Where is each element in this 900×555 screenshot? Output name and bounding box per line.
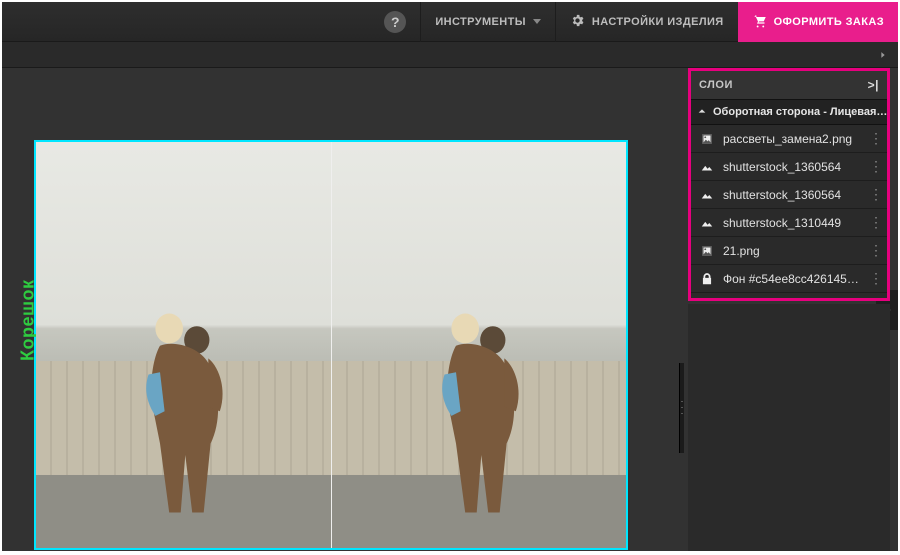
couple-silhouette — [113, 294, 253, 524]
layer-name: shutterstock_1360564 — [723, 188, 861, 202]
layer-options-icon[interactable]: ⋮ — [869, 214, 881, 231]
layers-list: рассветы_замена2.png⋮shutterstock_136056… — [691, 125, 887, 293]
layer-name: Фон #c54ee8cc426145fbad… — [723, 272, 861, 286]
secondary-bar — [2, 42, 898, 68]
layers-page-row[interactable]: Оборотная сторона - Лицевая… — [691, 99, 887, 125]
topbar: ? ИНСТРУМЕНТЫ НАСТРОЙКИ ИЗДЕЛИЯ ОФОРМИТЬ… — [2, 2, 898, 42]
settings-label: НАСТРОЙКИ ИЗДЕЛИЯ — [592, 16, 724, 28]
panel-filler — [688, 304, 890, 551]
chevron-down-icon — [533, 19, 541, 24]
image-icon — [699, 215, 715, 231]
layers-panel: СЛОИ >| Оборотная сторона - Лицевая… рас… — [688, 68, 890, 301]
layer-name: shutterstock_1360564 — [723, 160, 861, 174]
layer-options-icon[interactable]: ⋮ — [869, 270, 881, 287]
spread-canvas[interactable]: Корешок Линия загиба — [34, 140, 628, 550]
chevron-up-icon — [697, 106, 707, 119]
gear-icon — [570, 13, 585, 31]
layer-row[interactable]: Фон #c54ee8cc426145fbad… ⋮ — [691, 265, 887, 293]
layer-name: shutterstock_1310449 — [723, 216, 861, 230]
layer-options-icon[interactable]: ⋮ — [869, 158, 881, 175]
chevron-right-icon[interactable] — [874, 46, 892, 64]
layer-row[interactable]: shutterstock_1360564 ⋮ — [691, 181, 887, 209]
cart-icon — [752, 13, 767, 31]
couple-silhouette — [409, 294, 549, 524]
layer-row[interactable]: рассветы_замена2.png ⋮ — [691, 125, 887, 153]
layers-panel-header: СЛОИ >| — [691, 71, 887, 99]
layer-name: 21.png — [723, 244, 861, 258]
settings-button[interactable]: НАСТРОЙКИ ИЗДЕЛИЯ — [555, 2, 738, 42]
app-root: ? ИНСТРУМЕНТЫ НАСТРОЙКИ ИЗДЕЛИЯ ОФОРМИТЬ… — [2, 2, 898, 551]
layers-page-name: Оборотная сторона - Лицевая… — [713, 106, 887, 118]
layers-title: СЛОИ — [699, 79, 733, 91]
layer-row[interactable]: shutterstock_1360564 ⋮ — [691, 153, 887, 181]
layer-row[interactable]: 21.png ⋮ — [691, 237, 887, 265]
image-icon — [699, 159, 715, 175]
layer-row[interactable]: shutterstock_1310449 ⋮ — [691, 209, 887, 237]
tools-label: ИНСТРУМЕНТЫ — [435, 16, 526, 28]
panel-collapse-icon[interactable]: >| — [868, 78, 879, 92]
photo-icon — [699, 243, 715, 259]
tools-menu[interactable]: ИНСТРУМЕНТЫ — [420, 2, 555, 42]
layer-options-icon[interactable]: ⋮ — [869, 242, 881, 259]
checkout-label: ОФОРМИТЬ ЗАКАЗ — [774, 16, 884, 28]
image-icon — [699, 187, 715, 203]
layer-options-icon[interactable]: ⋮ — [869, 130, 881, 147]
page-left[interactable] — [36, 142, 332, 548]
page-right[interactable]: Линия загиба — [332, 142, 627, 548]
checkout-button[interactable]: ОФОРМИТЬ ЗАКАЗ — [738, 2, 898, 42]
layer-name: рассветы_замена2.png — [723, 132, 861, 146]
help-icon[interactable]: ? — [384, 11, 406, 33]
photo-icon — [699, 131, 715, 147]
layer-options-icon[interactable]: ⋮ — [869, 186, 881, 203]
lock-icon — [699, 271, 715, 287]
panel-resize-handle[interactable] — [679, 363, 684, 453]
main-area: + Корешок Линия загиба — [2, 68, 898, 551]
